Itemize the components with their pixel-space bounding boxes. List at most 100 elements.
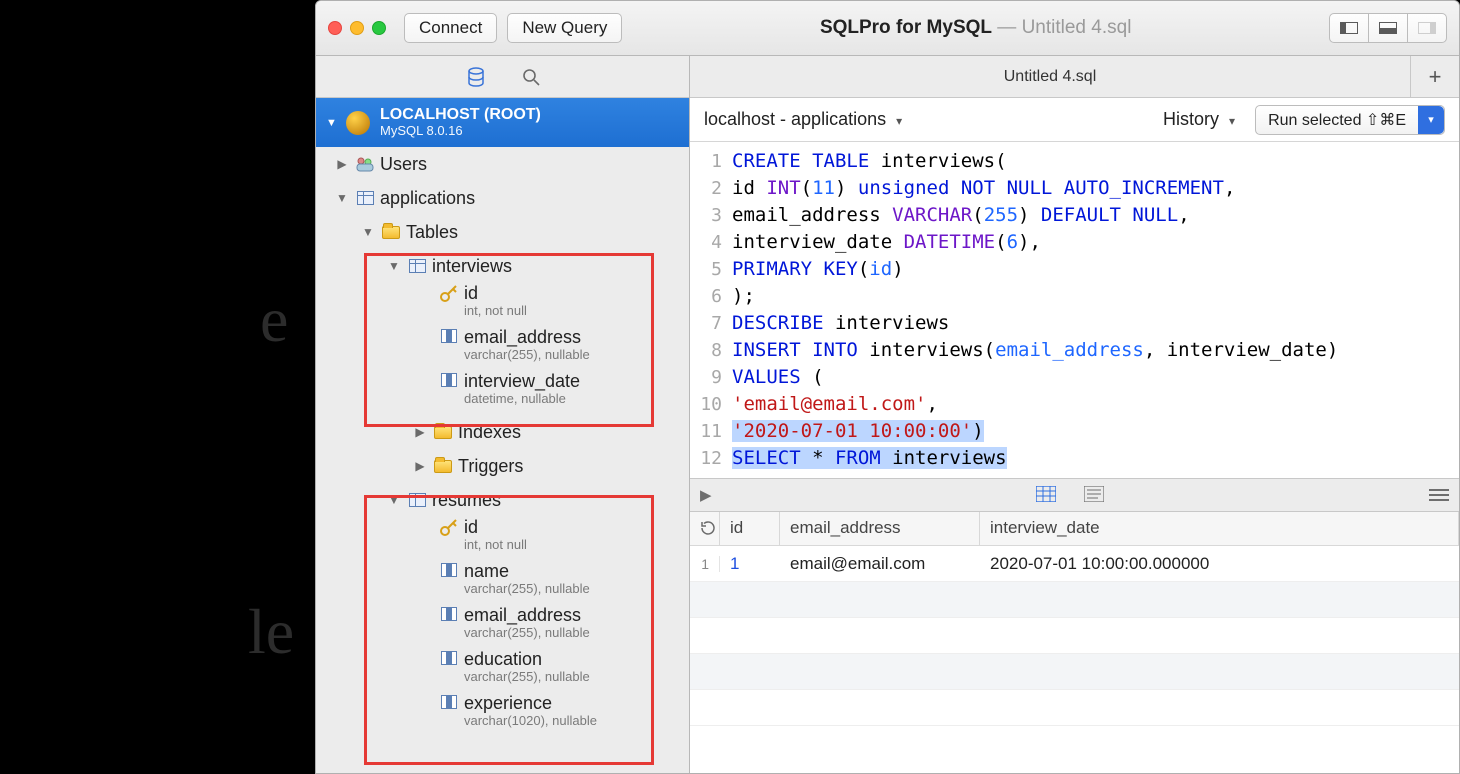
menu-icon[interactable] (1429, 489, 1449, 501)
column-icon (438, 695, 460, 709)
tree-item-column[interactable]: namevarchar(255), nullable (316, 561, 689, 605)
results-header: id email_address interview_date (690, 512, 1459, 546)
column-name: interview_date (464, 371, 580, 392)
run-selected-button[interactable]: Run selected ⇧⌘E ▾ (1255, 105, 1445, 135)
empty-row (690, 690, 1459, 726)
scope-dropdown[interactable]: localhost - applications ▾ (704, 109, 902, 130)
tree-item-column[interactable]: idint, not null (316, 283, 689, 327)
maximize-icon[interactable] (372, 21, 386, 35)
cell-email[interactable]: email@email.com (780, 554, 980, 574)
tree-item-table-resumes[interactable]: resumes (316, 483, 689, 517)
sidebar: ▼ LOCALHOST (ROOT) MySQL 8.0.16 Users (316, 56, 690, 773)
new-tab-button[interactable]: + (1411, 56, 1459, 97)
column-name: email_address (464, 605, 590, 626)
empty-row (690, 654, 1459, 690)
column-type: int, not null (464, 304, 527, 317)
sidebar-toolbar (316, 56, 689, 98)
tree-label: applications (380, 188, 475, 209)
column-header-email[interactable]: email_address (780, 512, 980, 545)
column-name: id (464, 517, 527, 538)
column-name: experience (464, 693, 597, 714)
app-name: SQLPro for MySQL (820, 17, 992, 38)
column-name: email_address (464, 327, 590, 348)
tree-item-database[interactable]: applications (316, 181, 689, 215)
connect-button[interactable]: Connect (404, 13, 497, 43)
titlebar: Connect New Query SQLPro for MySQL — Unt… (316, 1, 1459, 56)
code-area[interactable]: CREATE TABLE interviews( id INT(11) unsi… (728, 142, 1338, 478)
tab-bar: Untitled 4.sql + (690, 56, 1459, 98)
tree-item-column[interactable]: email_addressvarchar(255), nullable (316, 605, 689, 649)
view-mode-group (1329, 13, 1447, 43)
cell-id[interactable]: 1 (720, 554, 780, 574)
connection-name: LOCALHOST (ROOT) (380, 106, 541, 124)
column-type: varchar(255), nullable (464, 626, 590, 639)
folder-icon (432, 460, 454, 473)
close-icon[interactable] (328, 21, 342, 35)
column-header-id[interactable]: id (720, 512, 780, 545)
database-icon[interactable] (466, 67, 486, 87)
column-icon (438, 373, 460, 387)
tree-item-indexes[interactable]: Indexes (316, 415, 689, 449)
column-type: varchar(1020), nullable (464, 714, 597, 727)
table-icon (406, 259, 428, 273)
tree-item-tables[interactable]: Tables (316, 215, 689, 249)
tree-label: Tables (406, 222, 458, 243)
results-toolbar: ▶ (690, 478, 1459, 512)
column-type: varchar(255), nullable (464, 670, 590, 683)
key-icon (438, 285, 460, 303)
tree-item-users[interactable]: Users (316, 147, 689, 181)
new-query-button[interactable]: New Query (507, 13, 622, 43)
chevron-right-icon (412, 425, 428, 439)
tree-item-column[interactable]: experiencevarchar(1020), nullable (316, 693, 689, 737)
chevron-down-icon (386, 493, 402, 507)
column-type: varchar(255), nullable (464, 348, 590, 361)
chevron-down-icon[interactable]: ▾ (1418, 106, 1444, 134)
connection-engine: MySQL 8.0.16 (380, 124, 541, 139)
row-number: 1 (690, 556, 720, 572)
column-name: education (464, 649, 590, 670)
minimize-icon[interactable] (350, 21, 364, 35)
chevron-down-icon: ▾ (896, 114, 902, 128)
column-header-date[interactable]: interview_date (980, 512, 1459, 545)
refresh-icon[interactable] (690, 512, 720, 545)
schema-tree: Users applications Tables interviews (316, 147, 689, 773)
tree-label: resumes (432, 490, 501, 511)
column-type: datetime, nullable (464, 392, 580, 405)
users-icon (354, 156, 376, 172)
search-icon[interactable] (522, 68, 540, 86)
app-window: Connect New Query SQLPro for MySQL — Unt… (315, 0, 1460, 774)
column-type: int, not null (464, 538, 527, 551)
column-type: varchar(255), nullable (464, 582, 590, 595)
view-right-panel-button[interactable] (1407, 13, 1447, 43)
line-gutter: 123456789101112 (690, 142, 728, 478)
text-view-icon[interactable] (1084, 486, 1104, 505)
key-icon (438, 519, 460, 537)
column-icon (438, 651, 460, 665)
sql-editor[interactable]: 123456789101112 CREATE TABLE interviews(… (690, 142, 1459, 478)
tree-label: Triggers (458, 456, 523, 477)
cell-date[interactable]: 2020-07-01 10:00:00.000000 (980, 554, 1459, 574)
view-left-panel-button[interactable] (1329, 13, 1369, 43)
results-grid[interactable]: id email_address interview_date 1 1 emai… (690, 512, 1459, 773)
tree-label: interviews (432, 256, 512, 277)
tree-label: Indexes (458, 422, 521, 443)
window-title: SQLPro for MySQL — Untitled 4.sql (632, 17, 1319, 39)
play-icon[interactable]: ▶ (700, 486, 712, 504)
tree-item-triggers[interactable]: Triggers (316, 449, 689, 483)
window-controls (328, 21, 386, 35)
column-name: id (464, 283, 527, 304)
folder-icon (432, 426, 454, 439)
grid-view-icon[interactable] (1036, 486, 1056, 505)
tree-item-column[interactable]: educationvarchar(255), nullable (316, 649, 689, 693)
view-bottom-panel-button[interactable] (1368, 13, 1408, 43)
tree-item-column[interactable]: idint, not null (316, 517, 689, 561)
result-row[interactable]: 1 1 email@email.com 2020-07-01 10:00:00.… (690, 546, 1459, 582)
connection-icon (346, 111, 370, 135)
tab-untitled[interactable]: Untitled 4.sql (690, 56, 1411, 97)
tree-item-table-interviews[interactable]: interviews (316, 249, 689, 283)
background-text: le (248, 595, 294, 669)
history-dropdown[interactable]: History ▾ (1163, 109, 1235, 130)
tree-item-column[interactable]: email_addressvarchar(255), nullable (316, 327, 689, 371)
tree-item-column[interactable]: interview_datedatetime, nullable (316, 371, 689, 415)
connection-header[interactable]: ▼ LOCALHOST (ROOT) MySQL 8.0.16 (316, 98, 689, 147)
